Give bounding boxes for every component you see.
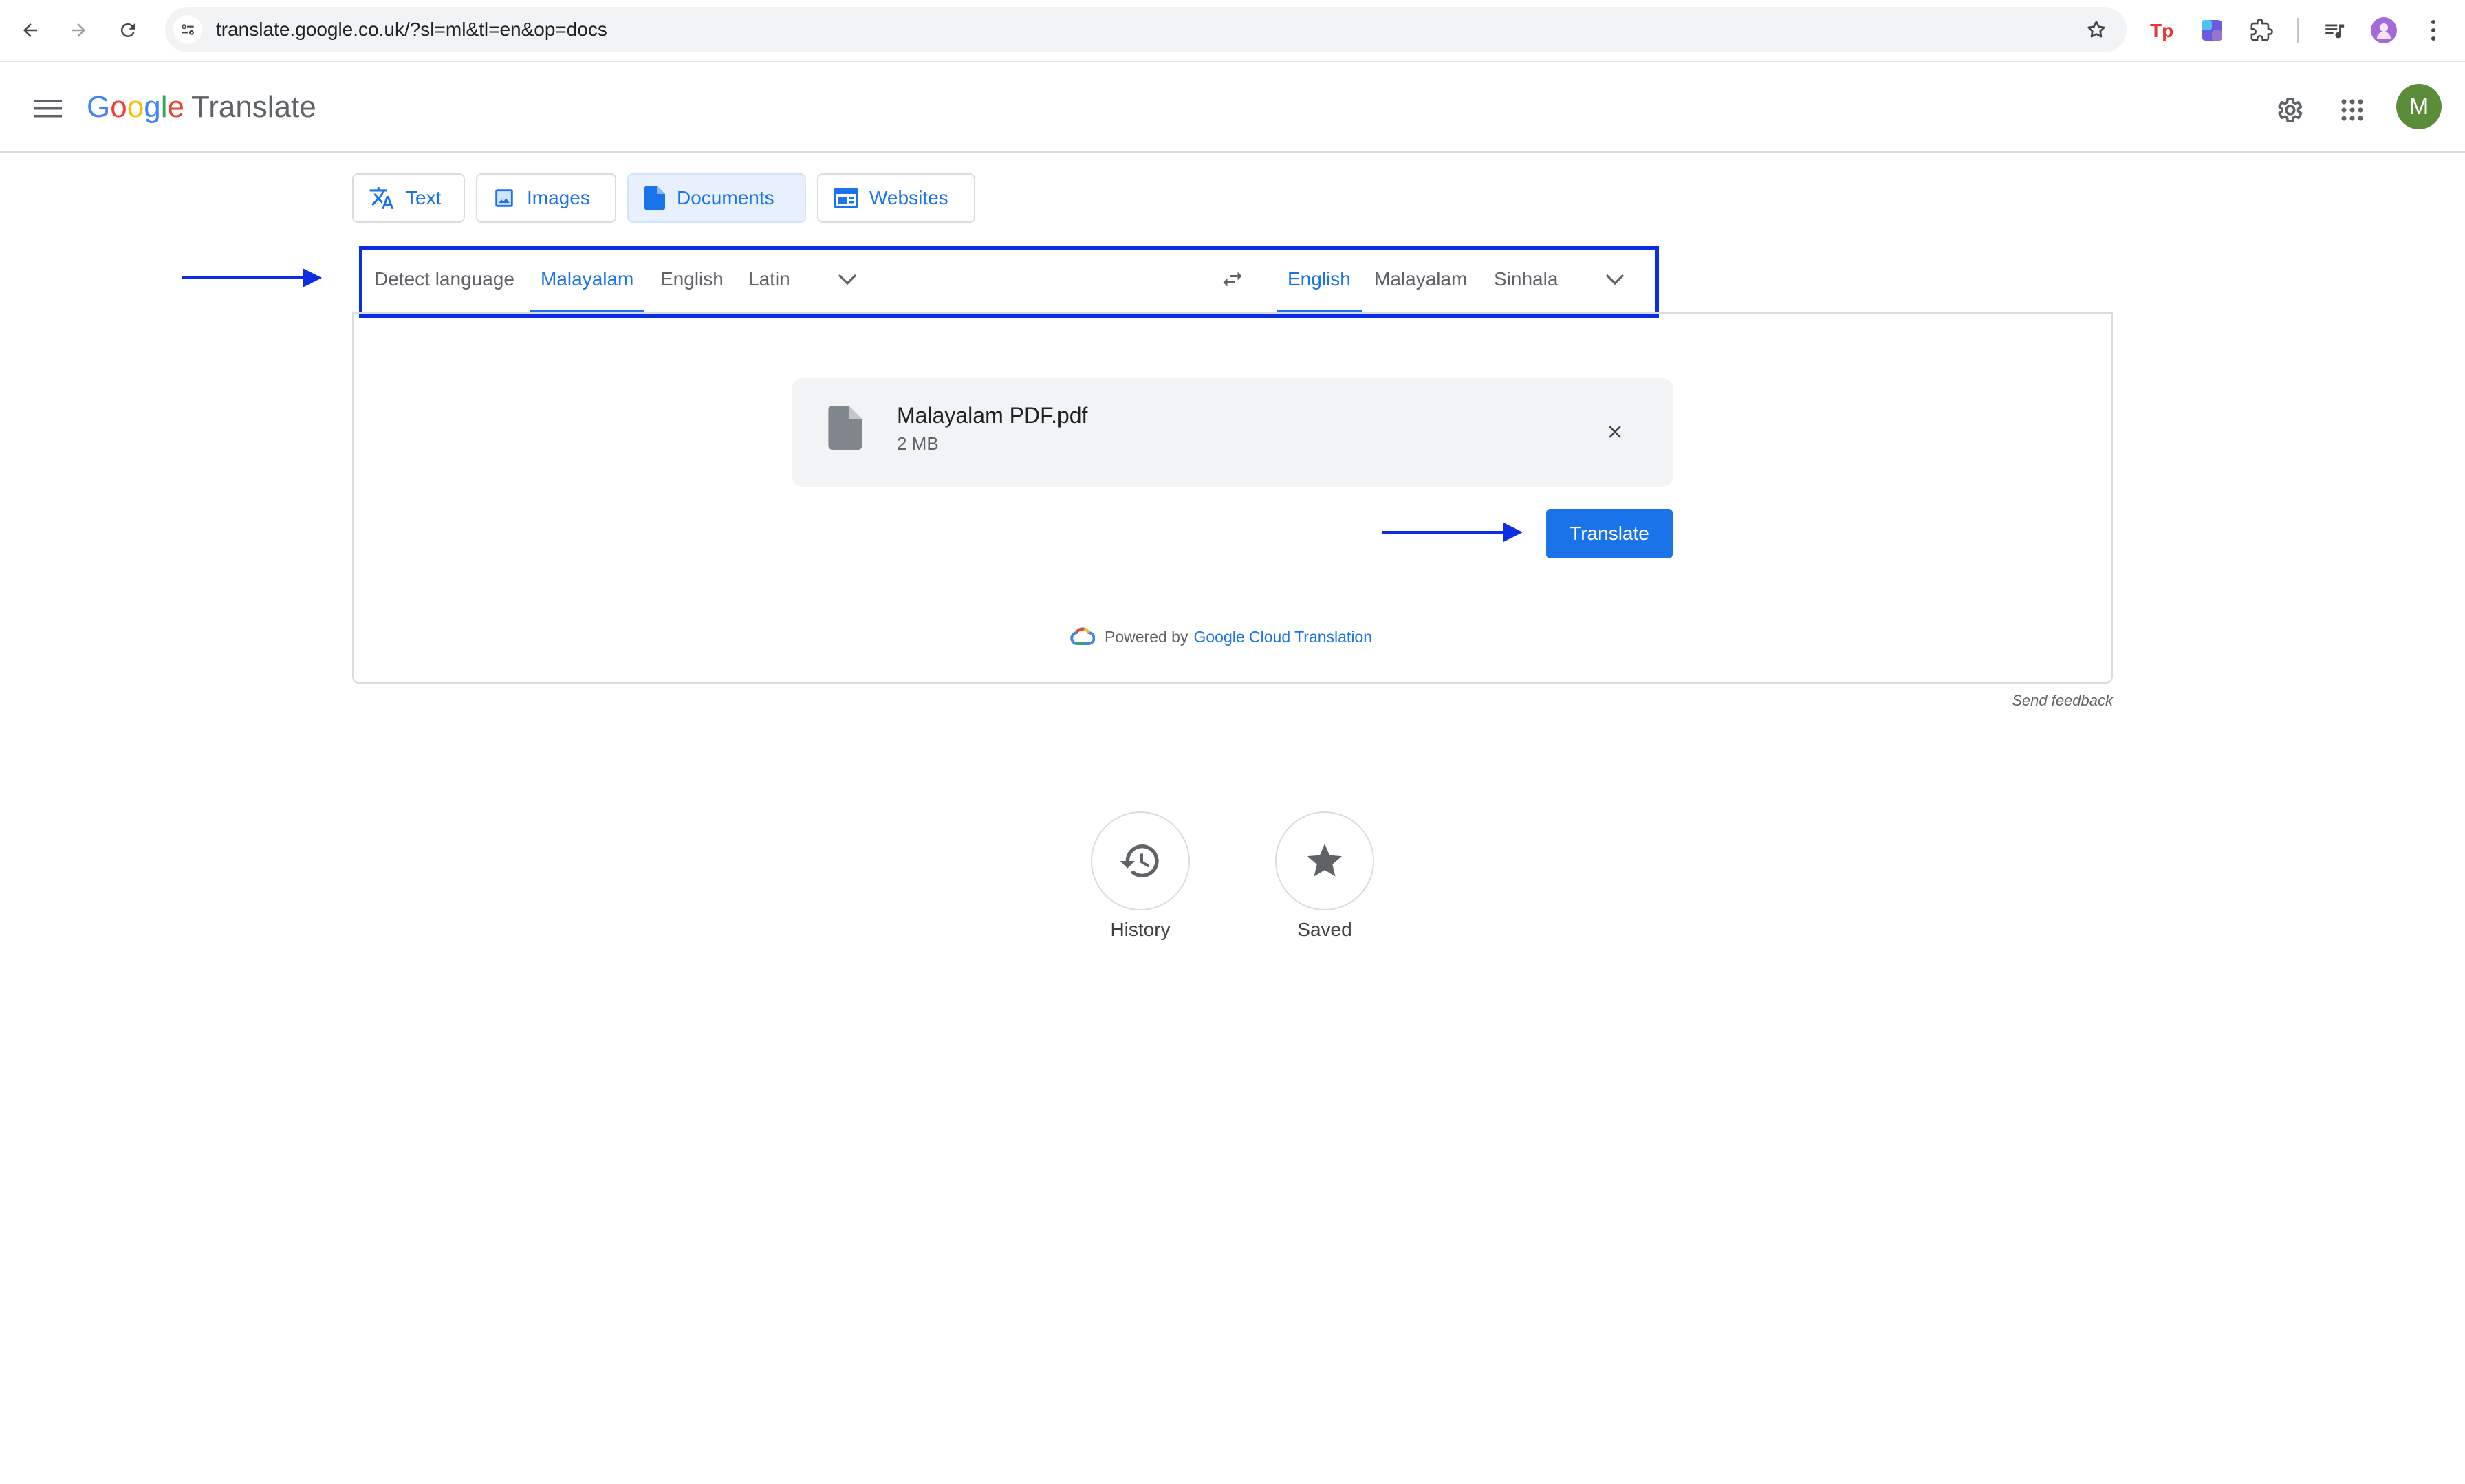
main-menu-button[interactable]	[30, 91, 66, 127]
saved-button[interactable]	[1275, 811, 1374, 910]
star-icon	[1307, 844, 1342, 877]
powered-by: Powered by Google Cloud Translation	[1070, 623, 1372, 651]
logo-letter: g	[144, 90, 161, 124]
tab-text-label: Text	[406, 187, 442, 208]
tab-websites-label: Websites	[869, 187, 948, 208]
file-icon	[828, 406, 862, 450]
app-header: Google Translate M	[0, 63, 2465, 153]
logo-letter: o	[127, 90, 144, 124]
logo-letter: e	[167, 90, 184, 124]
powered-by-text: Powered by	[1105, 627, 1188, 646]
saved-label: Saved	[1297, 919, 1352, 940]
bookmark-star-icon[interactable]	[2081, 14, 2111, 45]
back-arrow-icon	[23, 23, 37, 37]
extension-color-icon[interactable]	[2197, 15, 2227, 45]
google-cloud-icon	[1070, 627, 1095, 645]
google-apps-button[interactable]	[2333, 91, 2371, 129]
target-lang-english[interactable]: English	[1277, 248, 1362, 314]
translate-icon	[369, 187, 394, 209]
logo-letter: l	[160, 90, 168, 124]
close-icon	[1609, 426, 1621, 438]
swap-languages-button[interactable]	[1216, 263, 1249, 296]
apps-grid-icon	[2341, 99, 2363, 121]
settings-button[interactable]	[2270, 91, 2308, 129]
reload-icon	[120, 23, 135, 37]
history-label: History	[1110, 919, 1171, 940]
target-more-languages-button[interactable]	[1600, 264, 1630, 294]
source-lang-latin[interactable]: Latin	[737, 248, 801, 314]
source-lang-english[interactable]: English	[649, 248, 735, 314]
translate-button[interactable]: Translate	[1546, 509, 1673, 558]
svg-text:Tp: Tp	[2150, 20, 2173, 41]
history-icon	[1120, 844, 1159, 877]
target-lang-malayalam[interactable]: Malayalam	[1363, 248, 1478, 314]
browser-menu-icon[interactable]	[2418, 15, 2448, 45]
back-button[interactable]	[15, 15, 45, 45]
site-info-icon[interactable]	[173, 15, 202, 44]
tab-documents-label: Documents	[677, 187, 774, 208]
swap-arrows-icon	[1223, 272, 1242, 287]
extension-tp-icon[interactable]: Tp	[2147, 15, 2178, 45]
browser-toolbar: translate.google.co.uk/?sl=ml&tl=en&op=d…	[0, 0, 2465, 62]
forward-button[interactable]	[63, 15, 94, 45]
source-lang-malayalam[interactable]: Malayalam	[530, 248, 645, 314]
chevron-down-icon	[838, 274, 857, 285]
hamburger-icon	[34, 100, 62, 118]
extensions-puzzle-icon[interactable]	[2246, 15, 2277, 45]
product-name: Translate	[191, 90, 316, 124]
tab-documents[interactable]: Documents	[627, 173, 806, 223]
logo-letter: G	[87, 90, 111, 124]
website-icon	[834, 188, 858, 208]
source-detect-language[interactable]: Detect language	[363, 248, 525, 314]
tab-images-label: Images	[527, 187, 590, 208]
file-size: 2 MB	[897, 433, 939, 454]
profile-icon[interactable]	[2369, 15, 2399, 45]
address-bar[interactable]: translate.google.co.uk/?sl=ml&tl=en&op=d…	[165, 7, 2127, 52]
forward-arrow-icon	[72, 23, 85, 37]
toolbar-divider	[2297, 18, 2299, 43]
google-wordmark: Google	[87, 90, 184, 124]
source-more-languages-button[interactable]	[832, 264, 862, 294]
google-cloud-translation-link[interactable]: Google Cloud Translation	[1193, 628, 1372, 646]
media-controls-icon[interactable]	[2319, 15, 2349, 45]
gear-icon	[2278, 98, 2303, 122]
reload-button[interactable]	[113, 15, 143, 45]
logo-letter: o	[110, 90, 127, 124]
url-text[interactable]: translate.google.co.uk/?sl=ml&tl=en&op=d…	[216, 7, 607, 52]
target-lang-sinhala[interactable]: Sinhala	[1483, 248, 1569, 314]
tab-websites[interactable]: Websites	[817, 173, 975, 223]
annotation-arrow-language	[182, 268, 322, 287]
chevron-down-icon	[1605, 274, 1625, 285]
remove-file-button[interactable]	[1598, 415, 1631, 448]
history-button[interactable]	[1091, 811, 1190, 910]
tab-images[interactable]: Images	[476, 173, 616, 223]
annotation-arrow-translate	[1382, 523, 1523, 542]
file-name: Malayalam PDF.pdf	[897, 403, 1088, 428]
uploaded-file-card: Malayalam PDF.pdf 2 MB	[792, 378, 1673, 487]
image-icon	[495, 189, 513, 207]
tab-text[interactable]: Text	[352, 173, 465, 223]
account-avatar[interactable]: M	[2396, 84, 2442, 129]
send-feedback-link[interactable]: Send feedback	[1995, 692, 2113, 710]
document-icon	[644, 186, 665, 210]
google-translate-logo[interactable]: Google Translate	[87, 87, 316, 128]
